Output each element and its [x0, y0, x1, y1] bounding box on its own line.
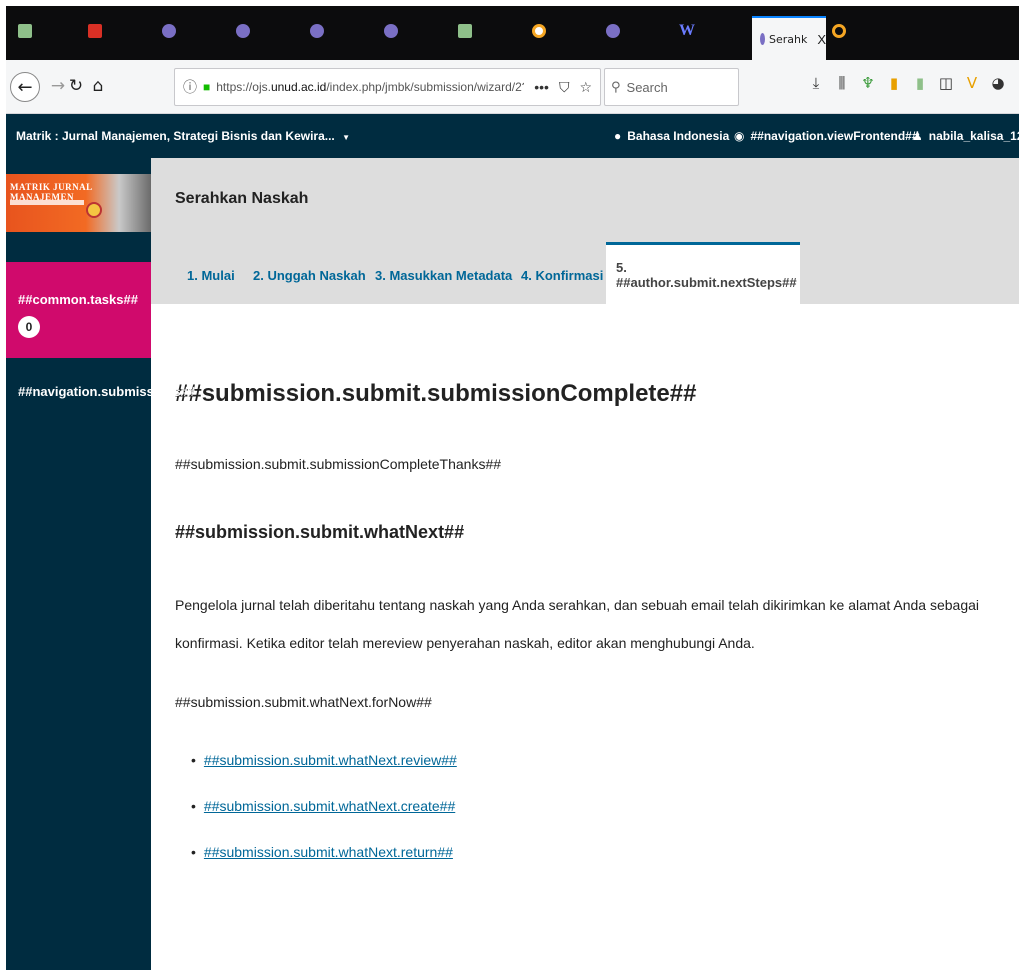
wikipedia-tab-icon[interactable]: W	[676, 20, 698, 42]
caret-down-icon: ▼	[342, 133, 351, 142]
browser-tab-strip: W Serahk X	[6, 6, 1019, 60]
search-icon: ⚲	[611, 79, 621, 94]
tasks-button[interactable]: ##common.tasks## 0	[6, 262, 151, 358]
language-menu[interactable]: ● Bahasa Indonesia	[614, 129, 729, 143]
tab-metadata[interactable]: 3. Masukkan Metadata	[375, 268, 512, 283]
page-title: Serahkan Naskah	[175, 190, 309, 207]
username: nabila_kalisa_123	[928, 129, 1019, 143]
university-seal-icon	[86, 202, 102, 218]
reload-button[interactable]: ↻	[64, 74, 88, 98]
opera-tab-icon[interactable]	[828, 20, 850, 42]
page-header: Serahkan Naskah 1. Mulai 2. Unggah Naska…	[151, 158, 1019, 304]
review-submission-link[interactable]: ##submission.submit.whatNext.review##	[204, 752, 457, 768]
tasks-label: ##common.tasks##	[18, 292, 138, 307]
extension-icon[interactable]: ▮	[912, 74, 928, 92]
user-icon: ♟	[912, 129, 923, 143]
ojs-tab-icon[interactable]	[602, 20, 624, 42]
next-step-links: • ##submission.submit.whatNext.review## •…	[191, 752, 457, 890]
lock-icon: ■	[203, 80, 211, 94]
return-dashboard-link[interactable]: ##submission.submit.whatNext.return##	[204, 844, 453, 860]
submission-complete-heading: ##submission.submit.submissionComplete##	[175, 380, 697, 407]
bookmark-star-icon[interactable]: ☆	[579, 79, 592, 96]
sidebar: MATRIK JURNAL MANAJEMEN ##common.tasks##…	[6, 158, 151, 970]
logo-text: MATRIK JURNAL MANAJEMEN	[10, 182, 93, 202]
close-tab-icon[interactable]: X	[817, 32, 826, 47]
journal-logo[interactable]: MATRIK JURNAL MANAJEMEN	[6, 174, 151, 232]
tasks-count-badge: 0	[18, 316, 40, 338]
journal-name: Matrik : Jurnal Manajemen, Strategi Bisn…	[16, 129, 335, 143]
what-next-heading: ##submission.submit.whatNext##	[175, 522, 465, 542]
extension-icon[interactable]: ▮	[886, 74, 902, 92]
back-button[interactable]: ←	[10, 72, 40, 102]
info-icon[interactable]: ⓘ	[183, 77, 197, 97]
opera-tab-icon[interactable]	[528, 20, 550, 42]
pocket-icon[interactable]: ⛉	[559, 79, 570, 96]
extension-icon[interactable]: ♆	[860, 74, 876, 92]
tab-favicon-icon[interactable]	[454, 20, 476, 42]
extension-icon[interactable]: V	[964, 74, 980, 92]
page-actions-icon[interactable]: •••	[534, 79, 549, 95]
ojs-tab-icon[interactable]	[306, 20, 328, 42]
active-tab[interactable]: Serahk X	[752, 16, 826, 60]
submission-thanks-text: ##submission.submit.submissionCompleteTh…	[175, 456, 502, 472]
ojs-favicon-icon	[760, 33, 765, 45]
create-submission-link[interactable]: ##submission.submit.whatNext.create##	[204, 798, 455, 814]
tab-confirm[interactable]: 4. Konfirmasi	[521, 268, 603, 283]
bullet-icon: •	[191, 798, 196, 814]
address-bar[interactable]: ⓘ ■ https://ojs.unud.ac.id/index.php/jmb…	[174, 68, 601, 106]
language-label: Bahasa Indonesia	[627, 129, 730, 143]
download-icon[interactable]: ⤓	[808, 74, 824, 92]
extension-icon[interactable]: ◕	[990, 74, 1006, 92]
list-item: • ##submission.submit.whatNext.review##	[191, 752, 457, 798]
sidebar-item-submissions[interactable]: ##navigation.submissions##	[18, 384, 195, 399]
ojs-tab-icon[interactable]	[380, 20, 402, 42]
active-tab-label: Serahk	[768, 32, 808, 46]
user-menu[interactable]: ♟ nabila_kalisa_123	[912, 129, 1019, 143]
view-site-link[interactable]: ◉ ##navigation.viewFrontend##	[734, 129, 919, 143]
bullet-icon: •	[191, 844, 196, 860]
tab-next-steps[interactable]: 5. ##author.submit.nextSteps##	[606, 242, 800, 304]
list-item: • ##submission.submit.whatNext.return##	[191, 844, 457, 890]
ojs-tab-icon[interactable]	[232, 20, 254, 42]
search-input[interactable]: ⚲ Search	[604, 68, 739, 106]
tab-upload[interactable]: 2. Unggah Naskah	[253, 268, 366, 283]
tab-favicon-icon[interactable]	[14, 20, 36, 42]
list-item: • ##submission.submit.whatNext.create##	[191, 798, 457, 844]
toolbar-icons: ⤓ ⫼ ♆ ▮ ▮ ◫ V ◕ ☰	[808, 74, 1019, 92]
home-button[interactable]: ⌂	[86, 74, 110, 98]
view-frontend-label: ##navigation.viewFrontend##	[750, 129, 919, 143]
url-text[interactable]: https://ojs.unud.ac.id/index.php/jmbk/su…	[216, 80, 524, 94]
what-next-text: Pengelola jurnal telah diberitahu tentan…	[175, 597, 979, 651]
journal-context-switcher[interactable]: Matrik : Jurnal Manajemen, Strategi Bisn…	[16, 129, 350, 143]
ojs-tab-icon[interactable]	[158, 20, 180, 42]
search-placeholder: Search	[626, 79, 668, 95]
gmail-tab-icon[interactable]	[84, 20, 106, 42]
sidebar-icon[interactable]: ◫	[938, 74, 954, 92]
eye-icon: ◉	[734, 129, 745, 143]
globe-icon: ●	[614, 129, 622, 143]
app-header: Matrik : Jurnal Manajemen, Strategi Bisn…	[6, 114, 1019, 158]
browser-toolbar: ← → ↻ ⌂ ⓘ ■ https://ojs.unud.ac.id/index…	[6, 60, 1019, 114]
bullet-icon: •	[191, 752, 196, 768]
tab-start[interactable]: 1. Mulai	[187, 268, 235, 283]
library-icon[interactable]: ⫼	[834, 74, 850, 92]
for-now-text: ##submission.submit.whatNext.forNow##	[175, 694, 432, 710]
logo-strip	[10, 200, 84, 205]
